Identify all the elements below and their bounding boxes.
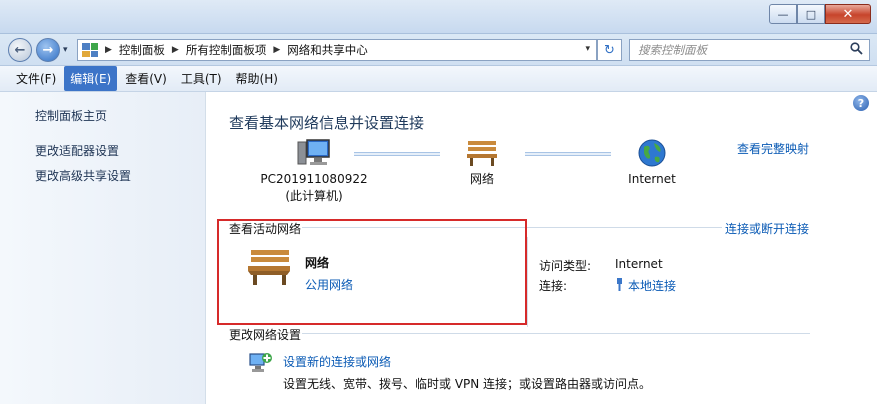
title-bar: — □ ✕ (0, 0, 877, 34)
sidebar: 控制面板主页 更改适配器设置 更改高级共享设置 (0, 92, 206, 404)
map-node-computer[interactable]: PC201911080922 (此计算机) (259, 138, 369, 205)
history-dropdown-icon[interactable]: ▾ (63, 45, 68, 55)
control-panel-icon (82, 43, 98, 57)
menu-edit[interactable]: 编辑(E) (64, 66, 118, 91)
refresh-button[interactable]: ↻ (597, 39, 622, 61)
menu-bar: 文件(F) 编辑(E) 查看(V) 工具(T) 帮助(H) (0, 66, 877, 92)
breadcrumb-separator-icon[interactable]: ▶ (172, 45, 179, 55)
breadcrumb-separator-icon[interactable]: ▶ (273, 45, 280, 55)
menu-view[interactable]: 查看(V) (119, 66, 173, 91)
sidebar-item-sharing-settings[interactable]: 更改高级共享设置 (35, 167, 131, 184)
full-map-link[interactable]: 查看完整映射 (737, 140, 809, 157)
back-button[interactable]: ← (8, 38, 32, 62)
bench-icon (248, 250, 290, 285)
breadcrumb-all-items[interactable]: 所有控制面板项 (186, 42, 267, 58)
navigation-bar: ← → ▾ ▶ 控制面板 ▶ 所有控制面板项 ▶ 网络和共享中心 ▾ ↻ (0, 34, 877, 66)
help-icon[interactable]: ? (853, 95, 869, 111)
menu-help[interactable]: 帮助(H) (230, 66, 284, 91)
active-network-name: 网络 (305, 256, 330, 270)
section-divider (302, 333, 810, 334)
new-connection-icon (249, 353, 272, 372)
internet-label: Internet (628, 172, 676, 186)
search-box[interactable] (629, 39, 870, 61)
computer-name: PC201911080922 (260, 172, 368, 186)
close-button[interactable]: ✕ (825, 4, 871, 24)
network-type-link[interactable]: 公用网络 (305, 276, 353, 293)
sidebar-item-control-panel-home[interactable]: 控制面板主页 (35, 107, 107, 124)
access-type-value: Internet (615, 257, 663, 271)
breadcrumb-separator-icon[interactable]: ▶ (105, 45, 112, 55)
page-title: 查看基本网络信息并设置连接 (229, 114, 425, 132)
window-controls: — □ ✕ (769, 4, 871, 24)
local-connection-link[interactable]: 本地连接 (615, 277, 676, 294)
menu-file[interactable]: 文件(F) (10, 66, 62, 91)
minimize-button[interactable]: — (769, 4, 797, 24)
setup-connection-link[interactable]: 设置新的连接或网络 (283, 353, 391, 370)
access-type-label: 访问类型: (539, 259, 592, 273)
maximize-button[interactable]: □ (797, 4, 825, 24)
local-connection-label: 本地连接 (628, 279, 677, 293)
address-bar[interactable]: ▶ 控制面板 ▶ 所有控制面板项 ▶ 网络和共享中心 ▾ (77, 39, 597, 61)
search-input[interactable] (630, 40, 840, 60)
computer-icon (297, 139, 330, 165)
connect-disconnect-link[interactable]: 连接或断开连接 (725, 220, 809, 237)
main-content: ? 查看基本网络信息并设置连接 查看完整映射 PC201911080922 (此… (207, 92, 877, 404)
change-settings-title: 更改网络设置 (229, 328, 302, 342)
setup-connection-description: 设置无线、宽带、拨号、临时或 VPN 连接；或设置路由器或访问点。 (283, 377, 652, 391)
network-label: 网络 (469, 172, 494, 186)
sidebar-item-adapter-settings[interactable]: 更改适配器设置 (35, 142, 119, 159)
breadcrumb-control-panel[interactable]: 控制面板 (119, 42, 165, 58)
map-node-internet[interactable]: Internet (617, 138, 687, 188)
breadcrumb-network-center[interactable]: 网络和共享中心 (287, 42, 368, 58)
globe-icon (638, 139, 666, 167)
address-dropdown-icon[interactable]: ▾ (585, 44, 590, 54)
connection-label: 连接: (539, 279, 568, 293)
computer-subtitle: (此计算机) (285, 189, 343, 203)
bench-icon (467, 141, 497, 166)
map-link-line (525, 152, 611, 156)
vertical-divider (527, 237, 528, 327)
map-node-network[interactable]: 网络 (452, 138, 512, 188)
forward-button[interactable]: → (36, 38, 60, 62)
menu-tools[interactable]: 工具(T) (175, 66, 228, 91)
ethernet-icon (617, 278, 622, 291)
map-link-line (354, 152, 440, 156)
search-icon[interactable] (850, 42, 863, 59)
